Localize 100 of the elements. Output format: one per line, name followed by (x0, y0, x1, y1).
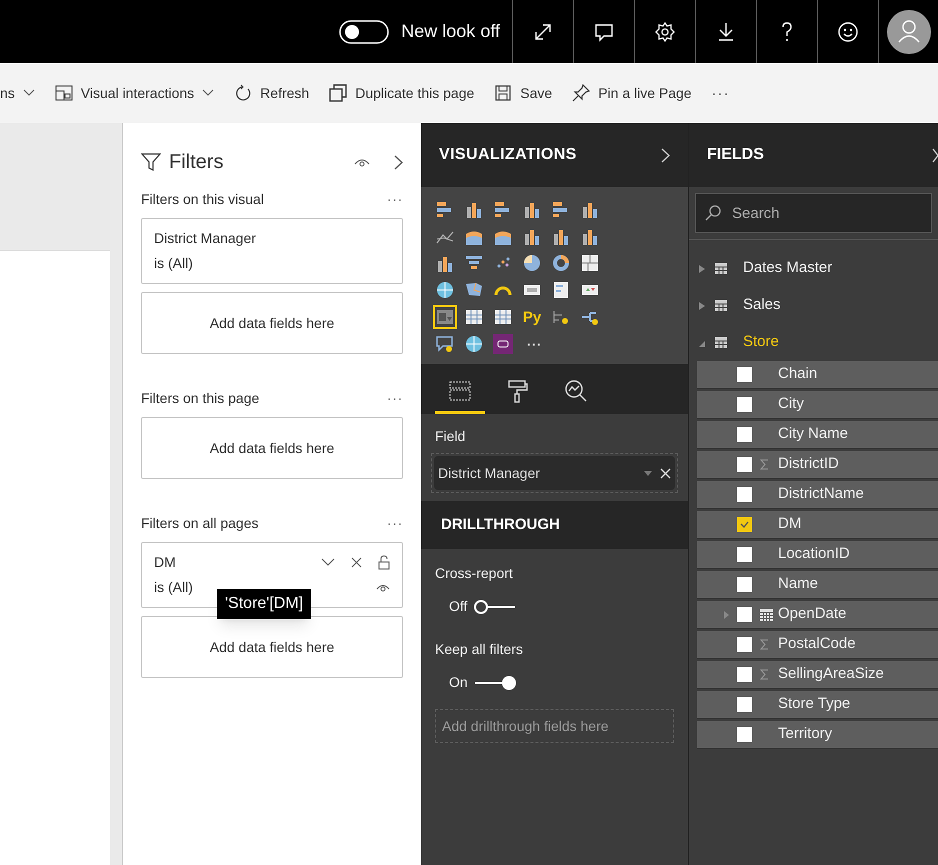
field-row[interactable]: Store Type (697, 691, 938, 719)
field-row[interactable]: DistrictID (697, 451, 938, 479)
table-node[interactable]: Sales (689, 287, 938, 324)
filter-condition: is (All) (154, 578, 193, 597)
lock-icon[interactable] (378, 554, 390, 570)
chevron-down-icon (202, 89, 214, 97)
duplicate-icon (329, 84, 348, 102)
python-visual-button[interactable]: Py (520, 305, 544, 329)
well-label: Field (435, 427, 466, 446)
drop-zone[interactable]: Add data fields here (141, 616, 403, 678)
checkbox[interactable] (737, 577, 752, 592)
tooltip: 'Store'[DM] (217, 589, 312, 619)
filter-condition: is (All) (154, 254, 193, 273)
power-apps-icon[interactable] (491, 332, 515, 356)
expanded-arrow-icon[interactable] (699, 338, 705, 346)
eye-icon[interactable] (376, 582, 390, 592)
checkbox[interactable] (737, 367, 752, 382)
avatar-icon[interactable] (887, 10, 931, 54)
field-row[interactable]: City Name (697, 421, 938, 449)
drop-zone[interactable]: Add data fields here (141, 417, 403, 479)
pane-title: Filters (169, 150, 224, 175)
checkbox[interactable] (737, 487, 752, 502)
more-options-button[interactable]: ··· (386, 388, 403, 409)
search-icon (705, 205, 721, 221)
filter-card[interactable]: District Manager is (All) (141, 218, 403, 284)
field-row[interactable]: City (697, 391, 938, 419)
magnifier-chart-icon (563, 378, 589, 404)
collapsed-arrow-icon[interactable] (699, 264, 705, 272)
more-options-button[interactable]: ··· (712, 82, 730, 104)
table-icon (715, 263, 727, 274)
field-row[interactable]: Name (697, 571, 938, 599)
field-row[interactable]: Chain (697, 361, 938, 389)
field-row[interactable]: DM (697, 511, 938, 539)
toggle-label: Cross-report (435, 564, 514, 583)
chevron-down-icon[interactable] (321, 558, 335, 566)
pane-title: FIELDS (707, 145, 764, 165)
interactions-icon (54, 84, 73, 102)
checkbox[interactable] (737, 517, 752, 532)
field-row[interactable]: Territory (697, 721, 938, 749)
toggle-switch[interactable]: Off (449, 596, 518, 617)
refresh-icon (234, 84, 252, 102)
settings-icon[interactable] (654, 20, 676, 42)
section-title: Filters on all pages (141, 514, 259, 533)
collapse-icon[interactable] (932, 148, 938, 162)
pin-button[interactable]: Pin a live Page (572, 82, 692, 104)
drop-zone[interactable]: Add drillthrough fields here (435, 709, 674, 743)
chevron-down-icon (22, 89, 35, 97)
interactions-button[interactable]: Visual interactions (54, 82, 214, 104)
pin-icon (572, 84, 590, 102)
section-title: Filters on this visual (141, 190, 264, 209)
field-row[interactable]: PostalCode (697, 631, 938, 659)
collapsed-arrow-icon[interactable] (699, 302, 705, 310)
checkbox[interactable] (737, 607, 752, 622)
sigma-icon (760, 669, 769, 680)
checkbox[interactable] (737, 727, 752, 742)
table-icon (715, 337, 727, 348)
field-row[interactable]: DistrictName (697, 481, 938, 509)
section-title: DRILLTHROUGH (441, 514, 560, 535)
more-options-button[interactable]: ··· (386, 513, 403, 534)
new-look-toggle[interactable]: New look off (327, 0, 512, 63)
field-row[interactable]: OpenDate (697, 601, 938, 629)
checkbox[interactable] (737, 457, 752, 472)
filter-icon (141, 152, 161, 172)
checkbox[interactable] (737, 697, 752, 712)
sigma-icon (760, 459, 769, 470)
slicer-icon[interactable] (433, 305, 457, 329)
toggle-off-icon (473, 598, 518, 614)
save-icon (494, 84, 512, 102)
toggle-switch[interactable]: On (449, 672, 518, 693)
eye-icon[interactable] (354, 157, 370, 167)
more-options-button[interactable]: ··· (386, 189, 403, 210)
toggle-switch-icon (339, 20, 390, 44)
field-row[interactable]: LocationID (697, 541, 938, 569)
more-visuals-button[interactable]: ··· (520, 332, 549, 356)
duplicate-button[interactable]: Duplicate this page (329, 82, 474, 104)
toggle-label: Keep all filters (435, 640, 524, 659)
table-node[interactable]: Store (689, 324, 938, 361)
dropdown-icon[interactable] (644, 470, 652, 476)
check-icon (740, 521, 749, 528)
filter-field-name: DM (154, 552, 177, 572)
close-icon[interactable] (351, 556, 362, 568)
checkbox[interactable] (737, 547, 752, 562)
drop-zone[interactable]: Add data fields here (141, 292, 403, 354)
sigma-icon (760, 639, 769, 650)
collapse-icon[interactable] (394, 154, 403, 170)
save-button[interactable]: Save (494, 82, 552, 104)
checkbox[interactable] (737, 667, 752, 682)
table-node[interactable]: Dates Master (689, 250, 938, 287)
field-row[interactable]: SellingAreaSize (697, 661, 938, 689)
refresh-button[interactable]: Refresh (234, 82, 310, 104)
pane-title: VISUALIZATIONS (439, 145, 577, 165)
search-field[interactable]: Search (695, 193, 932, 233)
smiley-icon[interactable] (837, 20, 859, 42)
checkbox[interactable] (737, 427, 752, 442)
section-title: Filters on this page (141, 389, 260, 408)
checkbox[interactable] (737, 397, 752, 412)
calendar-icon (760, 608, 773, 620)
field-well-item[interactable]: District Manager (434, 456, 675, 490)
checkbox[interactable] (737, 637, 752, 652)
toolbar-dropdown[interactable]: ns (0, 82, 35, 104)
